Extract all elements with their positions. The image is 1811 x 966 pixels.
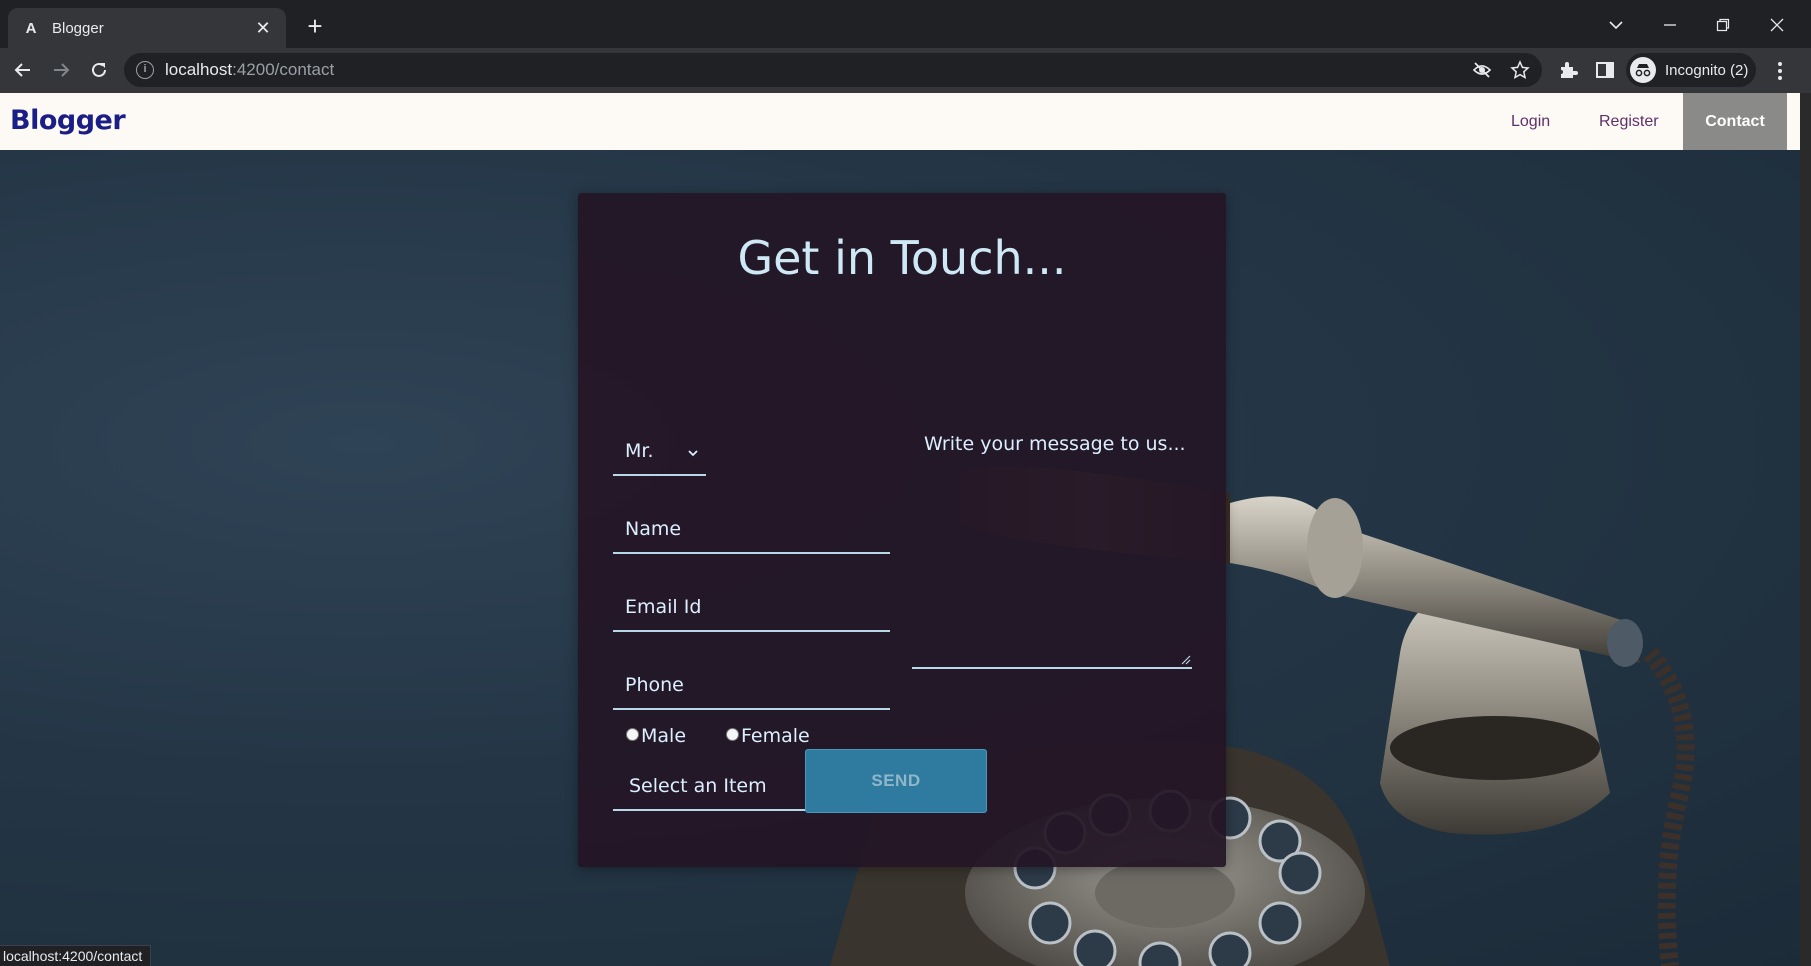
phone-input[interactable]: Phone xyxy=(613,648,890,710)
url-text: localhost:4200/contact xyxy=(165,60,335,79)
back-icon[interactable] xyxy=(9,56,37,84)
restore-icon[interactable] xyxy=(1705,10,1741,40)
nav-link-login[interactable]: Login xyxy=(1511,93,1550,150)
address-bar[interactable]: i localhost:4200/contact xyxy=(124,53,1542,87)
salutation-select[interactable]: Mr. xyxy=(613,423,706,476)
forward-icon[interactable] xyxy=(47,56,75,84)
female-label: Female xyxy=(741,725,810,747)
browser-tab[interactable]: A Blogger ✕ xyxy=(8,8,286,48)
incognito-profile-button[interactable]: Incognito (2) xyxy=(1626,53,1756,87)
site-navbar: Blogger Login Register Contact xyxy=(0,93,1800,150)
gender-radio-group: Male Female xyxy=(626,725,810,747)
resize-handle-icon[interactable] xyxy=(1181,655,1191,665)
minimize-icon[interactable] xyxy=(1652,10,1688,40)
chevron-down-icon xyxy=(688,450,698,457)
browser-tab-strip: A Blogger ✕ + xyxy=(0,0,1811,48)
message-textarea[interactable] xyxy=(912,421,1192,669)
nav-link-contact[interactable]: Contact xyxy=(1683,93,1787,150)
profile-label: Incognito (2) xyxy=(1665,61,1749,79)
tab-title: Blogger xyxy=(52,19,104,37)
brand-logo[interactable]: Blogger xyxy=(10,105,126,136)
male-radio[interactable] xyxy=(626,727,639,741)
extensions-icon[interactable] xyxy=(1557,59,1581,83)
tab-search-icon[interactable] xyxy=(1598,10,1634,40)
angular-favicon-icon: A xyxy=(25,19,37,37)
email-placeholder: Email Id xyxy=(625,596,702,618)
name-input[interactable]: Name xyxy=(613,493,890,554)
page-viewport: Blogger Login Register Contact Get in To… xyxy=(0,93,1811,966)
send-button[interactable]: SEND xyxy=(805,749,987,813)
close-window-icon[interactable] xyxy=(1759,10,1795,40)
female-radio[interactable] xyxy=(726,727,740,741)
phone-placeholder: Phone xyxy=(625,674,684,696)
salutation-value: Mr. xyxy=(625,440,654,462)
name-placeholder: Name xyxy=(625,518,682,540)
browser-toolbar: i localhost:4200/contact Incognito (2) xyxy=(0,48,1811,93)
close-tab-icon[interactable]: ✕ xyxy=(252,17,274,39)
side-panel-icon[interactable] xyxy=(1594,59,1618,83)
status-bar-url: localhost:4200/contact xyxy=(0,945,152,966)
site-info-icon[interactable]: i xyxy=(136,61,154,79)
male-label: Male xyxy=(641,725,687,747)
browser-menu-icon[interactable] xyxy=(1768,59,1792,83)
eye-off-icon[interactable] xyxy=(1472,60,1492,80)
form-title: Get in Touch... xyxy=(737,231,1067,285)
bookmark-star-icon[interactable] xyxy=(1510,60,1530,80)
reload-icon[interactable] xyxy=(85,56,113,84)
item-select-value: Select an Item xyxy=(629,775,767,797)
nav-link-register[interactable]: Register xyxy=(1599,93,1659,150)
page-scrollbar[interactable] xyxy=(1800,93,1811,966)
message-placeholder: Write your message to us... xyxy=(924,433,1186,455)
email-input[interactable]: Email Id xyxy=(613,570,890,632)
incognito-icon xyxy=(1630,57,1656,83)
contact-form-card: Get in Touch... Mr. Name Email Id Phone … xyxy=(578,193,1226,867)
new-tab-icon[interactable]: + xyxy=(302,13,328,40)
